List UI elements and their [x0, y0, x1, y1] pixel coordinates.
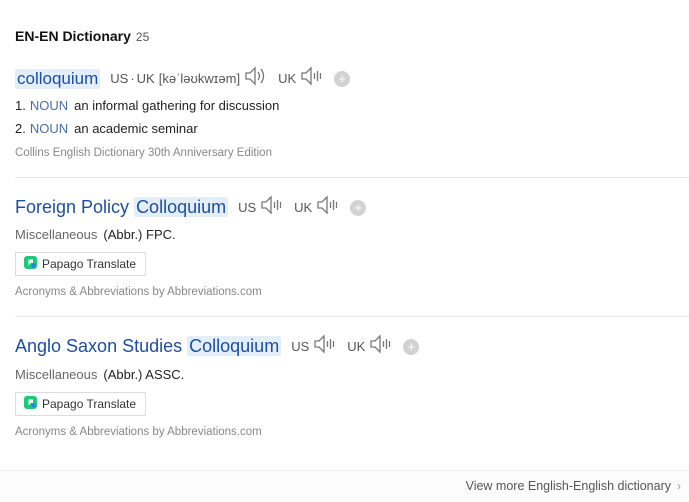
definition-text: an academic seminar [74, 121, 198, 136]
dictionary-source: Collins English Dictionary 30th Annivers… [15, 147, 272, 159]
abbreviation-text: (Abbr.) ASSC. [103, 367, 185, 382]
entry-headword-row: Foreign Policy Colloquium US UK + [15, 195, 367, 220]
add-wordbook-button[interactable]: + [350, 199, 367, 216]
divider [15, 177, 689, 178]
definition-item: 1. NOUN an informal gathering for discus… [15, 98, 279, 113]
definition-number: 1. [15, 98, 26, 113]
view-more-link[interactable]: View more English-English dictionary › [466, 479, 681, 493]
entry-headword-row: colloquium US · UK [kəˈləʊkwɪəm] UK + [15, 66, 351, 91]
papago-label: Papago Translate [42, 397, 137, 411]
dictionary-source: Acronyms & Abbreviations by Abbreviation… [15, 286, 262, 298]
definition-item: 2. NOUN an academic seminar [15, 121, 198, 136]
add-wordbook-button[interactable]: + [334, 70, 351, 87]
papago-label: Papago Translate [42, 257, 137, 271]
entry-title-link[interactable]: Anglo Saxon Studies Colloquium [15, 336, 282, 357]
uk-label: UK [294, 200, 313, 215]
definition-text: an informal gathering for discussion [74, 98, 280, 113]
abbreviation-text: (Abbr.) FPC. [103, 227, 176, 242]
dictionary-heading: EN-EN Dictionary 25 [15, 28, 149, 44]
speaker-icon[interactable] [313, 334, 337, 359]
abbreviation-row: Miscellaneous (Abbr.) FPC. [15, 227, 176, 242]
part-of-speech: NOUN [29, 98, 69, 113]
uk-label: UK [347, 339, 366, 354]
uk-label: UK [136, 71, 155, 86]
entry-headword-row: Anglo Saxon Studies Colloquium US UK + [15, 334, 420, 359]
speaker-icon[interactable] [260, 195, 284, 220]
dictionary-title: EN-EN Dictionary [15, 28, 131, 44]
speaker-icon[interactable] [244, 66, 268, 91]
speaker-icon[interactable] [369, 334, 393, 359]
title-prefix: Anglo Saxon Studies [15, 336, 183, 356]
us-label: US [238, 200, 257, 215]
part-of-speech: NOUN [29, 121, 69, 136]
add-wordbook-button[interactable]: + [403, 338, 420, 355]
entry-title-link[interactable]: Foreign Policy Colloquium [15, 197, 229, 218]
us-label: US [291, 339, 310, 354]
abbreviation-row: Miscellaneous (Abbr.) ASSC. [15, 367, 184, 382]
definition-number: 2. [15, 121, 26, 136]
us-label: US [110, 71, 129, 86]
title-prefix: Foreign Policy [15, 197, 130, 217]
speaker-icon[interactable] [300, 66, 324, 91]
view-more-label: View more English-English dictionary [465, 479, 671, 493]
divider [15, 316, 689, 317]
phonetic: [kəˈləʊkwɪəm] [158, 71, 241, 86]
category-label: Miscellaneous [15, 367, 98, 382]
uk-label: UK [278, 71, 297, 86]
headword-link[interactable]: colloquium [15, 68, 101, 89]
papago-logo-icon [24, 396, 37, 412]
title-highlight: Colloquium [134, 197, 229, 217]
chevron-right-icon: › [677, 479, 681, 493]
result-count: 25 [135, 30, 150, 44]
papago-translate-button[interactable]: Papago Translate [15, 392, 147, 416]
title-highlight: Colloquium [187, 336, 282, 356]
dictionary-source: Acronyms & Abbreviations by Abbreviation… [15, 426, 262, 438]
papago-logo-icon [24, 256, 37, 272]
category-label: Miscellaneous [15, 227, 98, 242]
separator: · [130, 71, 135, 86]
speaker-icon[interactable] [316, 195, 340, 220]
papago-translate-button[interactable]: Papago Translate [15, 252, 147, 276]
